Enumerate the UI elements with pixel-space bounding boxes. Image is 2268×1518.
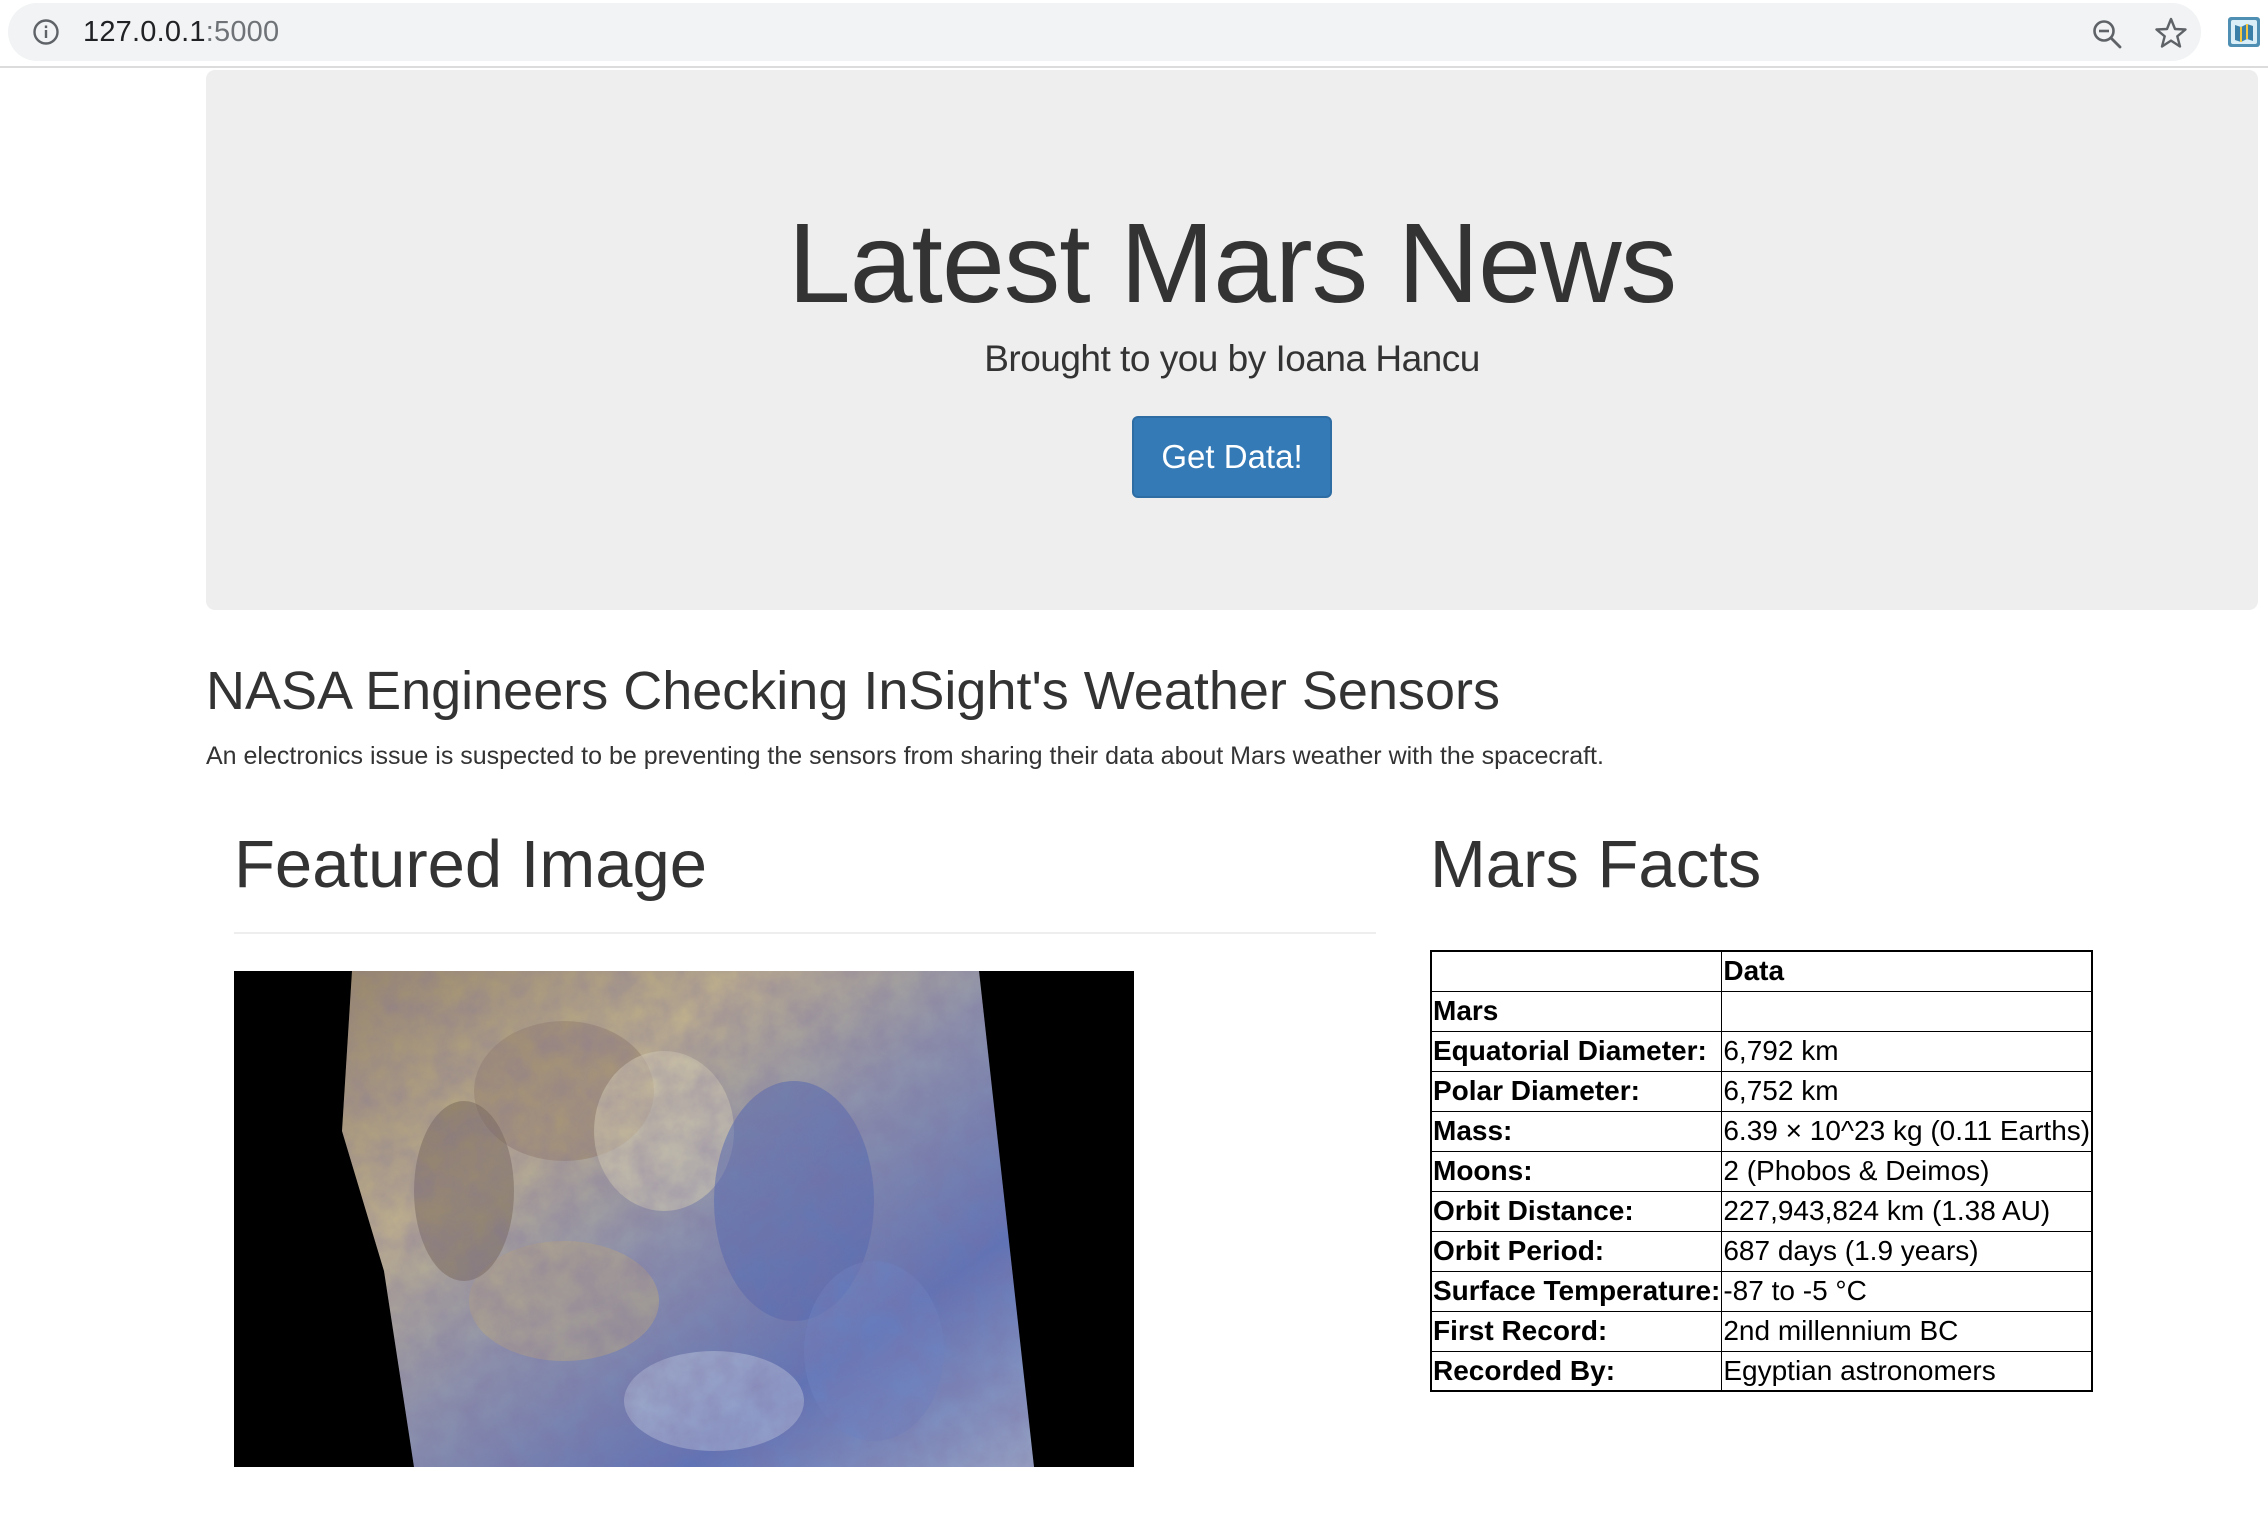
url-text[interactable]: 127.0.0.1:5000 [83,16,279,49]
fact-label: Orbit Distance: [1430,1190,1723,1232]
table-row: Polar Diameter: 6,752 km [1430,1070,2093,1112]
fact-value: 6,792 km [1721,1030,2093,1072]
fact-value: Egyptian astronomers [1721,1350,2093,1392]
fact-value [1721,990,2093,1032]
browser-toolbar: 127.0.0.1:5000 [0,0,2268,68]
fact-label: Equatorial Diameter: [1430,1030,1723,1072]
fact-label: Mass: [1430,1110,1723,1152]
fact-value: 2 (Phobos & Deimos) [1721,1150,2093,1192]
fact-value: 6.39 × 10^23 kg (0.11 Earths) [1721,1110,2093,1152]
table-row: Moons: 2 (Phobos & Deimos) [1430,1150,2093,1192]
fact-label: Mars [1430,990,1723,1032]
featured-image [234,971,1134,1467]
get-data-button[interactable]: Get Data! [1132,416,1332,498]
table-row: Surface Temperature: -87 to -5 °C [1430,1270,2093,1312]
fact-value: 227,943,824 km (1.38 AU) [1721,1190,2093,1232]
fact-label: First Record: [1430,1310,1723,1352]
table-header-cell: Data [1721,950,2093,992]
table-header-cell [1430,950,1723,992]
jumbotron: Latest Mars News Brought to you by Ioana… [206,70,2258,610]
news-paragraph: An electronics issue is suspected to be … [206,742,1604,770]
fact-value: 687 days (1.9 years) [1721,1230,2093,1272]
divider [234,932,1376,934]
bookmark-star-icon[interactable] [2154,16,2188,50]
featured-image-heading: Featured Image [234,827,707,902]
table-row: Orbit Distance: 227,943,824 km (1.38 AU) [1430,1190,2093,1232]
table-row: Equatorial Diameter: 6,792 km [1430,1030,2093,1072]
page-subtitle: Brought to you by Ioana Hancu [984,338,1480,379]
page-title: Latest Mars News [787,200,1677,326]
fact-label: Polar Diameter: [1430,1070,1723,1112]
fact-label: Surface Temperature: [1430,1270,1723,1312]
fact-label: Moons: [1430,1150,1723,1192]
table-row: Mass: 6.39 × 10^23 kg (0.11 Earths) [1430,1110,2093,1152]
table-row: First Record: 2nd millennium BC [1430,1310,2093,1352]
mars-facts-table: Data Mars Equatorial Diameter: 6,792 km P… [1430,950,2094,1392]
fact-value: 6,752 km [1721,1070,2093,1112]
news-title: NASA Engineers Checking InSight's Weathe… [206,661,1500,721]
fact-label: Orbit Period: [1430,1230,1723,1272]
table-row: Mars [1430,990,2093,1032]
info-icon[interactable] [32,18,60,46]
table-row: Recorded By: Egyptian astronomers [1430,1350,2093,1392]
mars-facts-heading: Mars Facts [1430,827,1762,902]
fact-value: 2nd millennium BC [1721,1310,2093,1352]
zoom-out-icon[interactable] [2091,18,2123,50]
url-host: 127.0.0.1 [83,16,206,48]
address-bar[interactable]: 127.0.0.1:5000 [8,3,2201,61]
fact-value: -87 to -5 °C [1721,1270,2093,1312]
fact-label: Recorded By: [1430,1350,1723,1392]
url-port: :5000 [205,16,280,48]
table-row: Orbit Period: 687 days (1.9 years) [1430,1230,2093,1272]
table-header-row: Data [1430,950,2093,992]
extension-icon[interactable] [2227,16,2261,48]
